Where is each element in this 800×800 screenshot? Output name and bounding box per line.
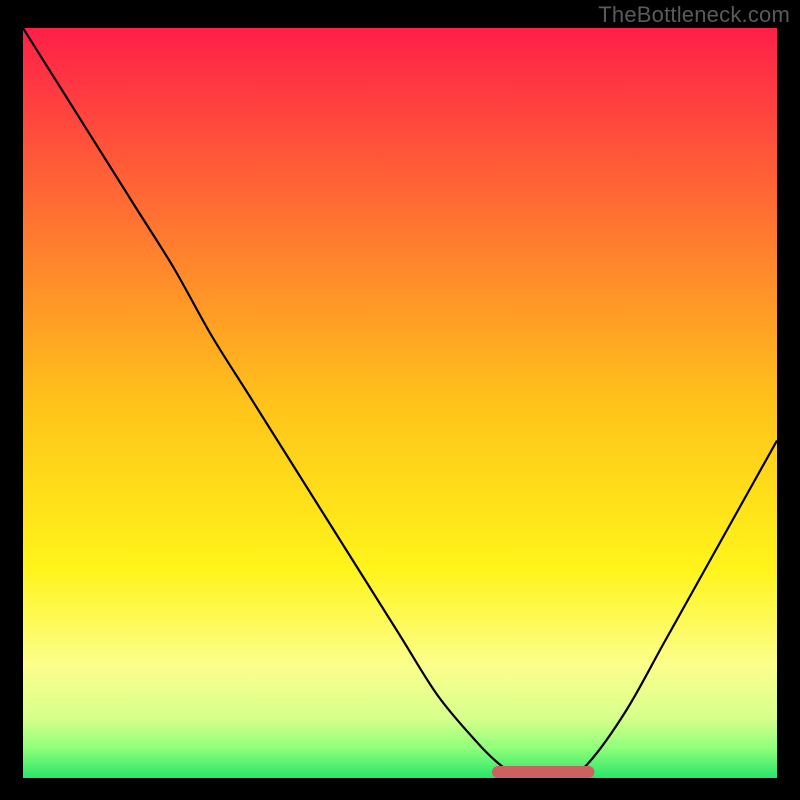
chart-svg [23, 28, 777, 778]
chart-frame: TheBottleneck.com [0, 0, 800, 800]
plot-area [23, 28, 777, 778]
gradient-background [23, 28, 777, 778]
attribution-label: TheBottleneck.com [598, 2, 790, 28]
